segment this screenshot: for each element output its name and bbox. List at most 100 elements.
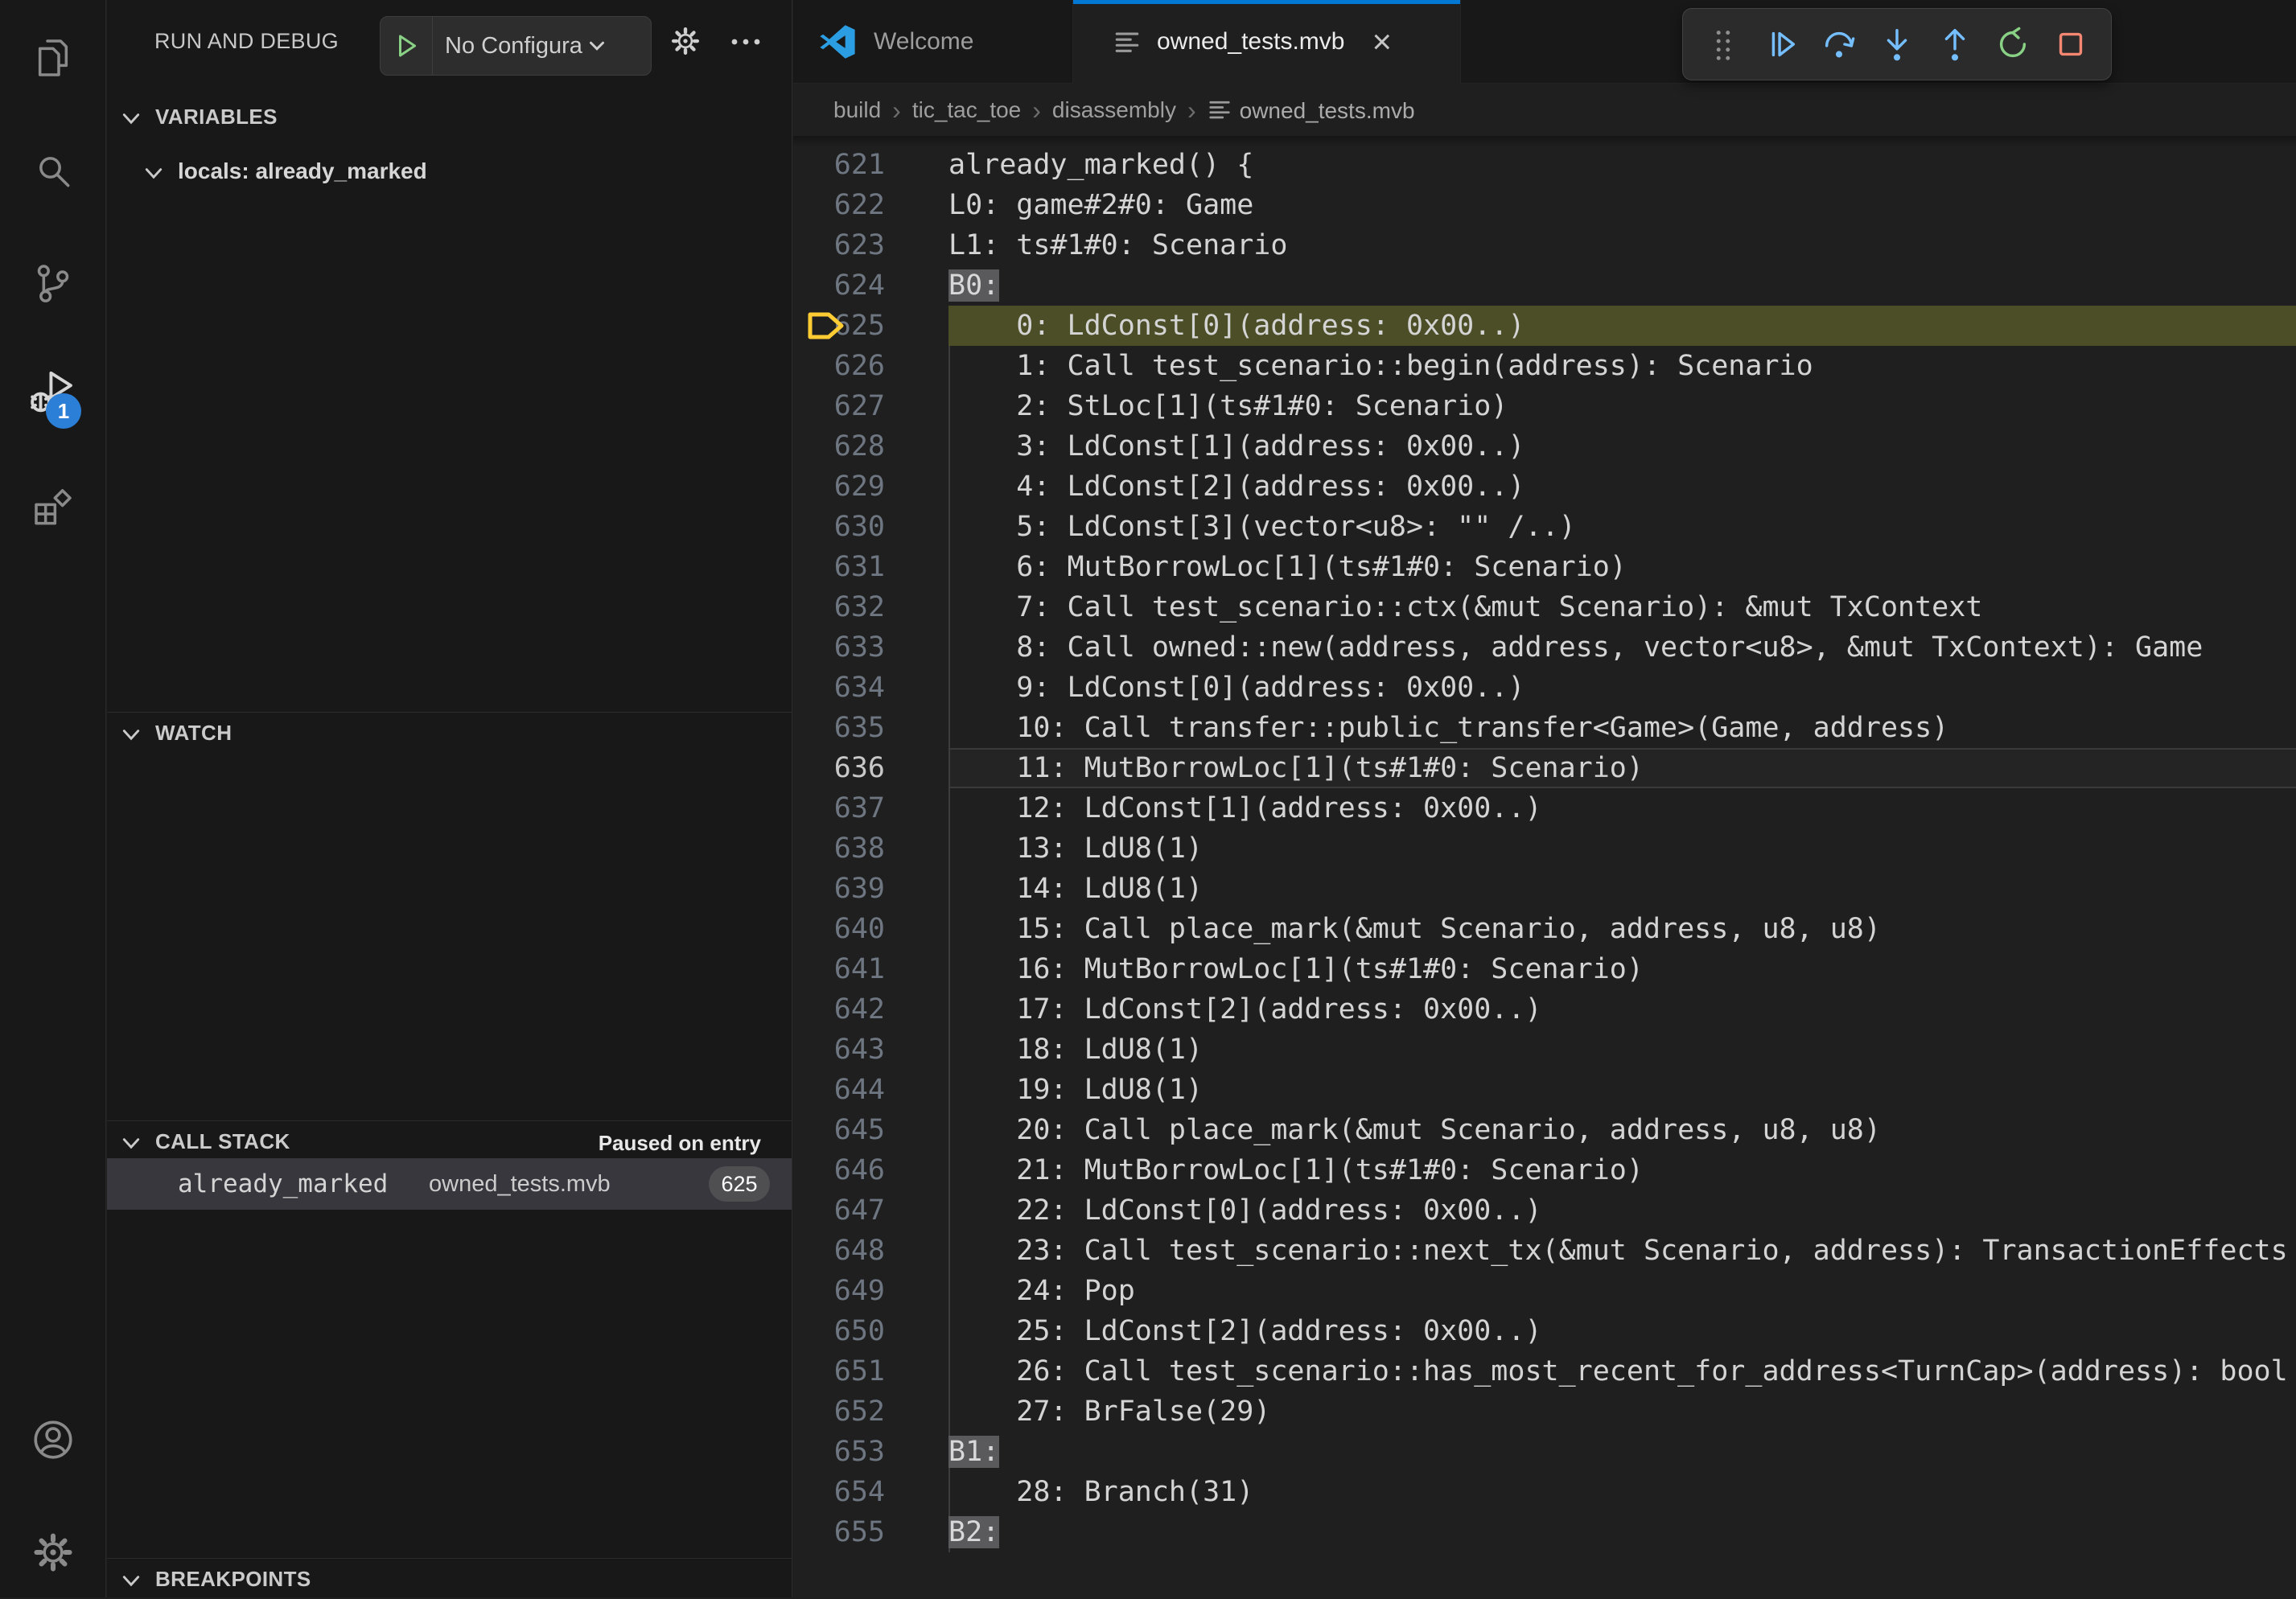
stop-button[interactable] [2046, 16, 2096, 72]
code-line[interactable]: 648 23: Call test_scenario::next_tx(&mut… [793, 1231, 2296, 1271]
breadcrumb-item[interactable]: build [833, 97, 881, 123]
breadcrumb-item[interactable]: disassembly [1052, 97, 1176, 123]
line-number[interactable]: 650 [793, 1311, 885, 1351]
line-number[interactable]: 649 [793, 1271, 885, 1311]
start-debug-icon[interactable] [381, 31, 432, 60]
step-into-button[interactable] [1872, 16, 1922, 72]
variables-section-header[interactable]: VARIABLES [107, 97, 792, 137]
more-actions-icon[interactable] [728, 32, 763, 51]
line-number[interactable]: 641 [793, 949, 885, 989]
line-number[interactable]: 655 [793, 1512, 885, 1552]
breakpoints-section-header[interactable]: BREAKPOINTS [107, 1559, 792, 1599]
code-line[interactable]: 636 11: MutBorrowLoc[1](ts#1#0: Scenario… [793, 748, 2296, 788]
code-line[interactable]: 635 10: Call transfer::public_transfer<G… [793, 708, 2296, 748]
search-icon[interactable] [27, 145, 79, 196]
code-line[interactable]: 634 9: LdConst[0](address: 0x00..) [793, 668, 2296, 708]
line-number[interactable]: 643 [793, 1030, 885, 1070]
line-number[interactable]: 645 [793, 1110, 885, 1150]
line-number[interactable]: 629 [793, 467, 885, 507]
line-number[interactable]: 644 [793, 1070, 885, 1110]
line-number[interactable]: 646 [793, 1150, 885, 1190]
code-line[interactable]: 625 0: LdConst[0](address: 0x00..) [793, 306, 2296, 346]
code-line[interactable]: 653B1: [793, 1432, 2296, 1472]
step-over-button[interactable] [1814, 16, 1864, 72]
extensions-icon[interactable] [27, 483, 79, 534]
code-line[interactable]: 624B0: [793, 265, 2296, 306]
line-number[interactable]: 638 [793, 828, 885, 869]
line-number[interactable]: 628 [793, 426, 885, 467]
explorer-icon[interactable] [27, 32, 79, 84]
code-line[interactable]: 642 17: LdConst[2](address: 0x00..) [793, 989, 2296, 1030]
call-stack-frame-row[interactable]: already_marked owned_tests.mvb 625 [107, 1158, 792, 1210]
code-line[interactable]: 628 3: LdConst[1](address: 0x00..) [793, 426, 2296, 467]
code-line[interactable]: 641 16: MutBorrowLoc[1](ts#1#0: Scenario… [793, 949, 2296, 989]
code-line[interactable]: 629 4: LdConst[2](address: 0x00..) [793, 467, 2296, 507]
code-line[interactable]: 633 8: Call owned::new(address, address,… [793, 627, 2296, 668]
source-control-icon[interactable] [27, 257, 79, 309]
code-editor[interactable]: 621already_marked() {622L0: game#2#0: Ga… [793, 136, 2296, 1597]
code-line[interactable]: 632 7: Call test_scenario::ctx(&mut Scen… [793, 587, 2296, 627]
code-line[interactable]: 654 28: Branch(31) [793, 1472, 2296, 1512]
code-line[interactable]: 645 20: Call place_mark(&mut Scenario, a… [793, 1110, 2296, 1150]
account-icon[interactable] [27, 1414, 79, 1465]
line-number[interactable]: 640 [793, 909, 885, 949]
variables-locals-row[interactable]: locals: already_marked [107, 151, 792, 191]
code-line[interactable]: 650 25: LdConst[2](address: 0x00..) [793, 1311, 2296, 1351]
step-out-button[interactable] [1930, 16, 1980, 72]
code-line[interactable]: 646 21: MutBorrowLoc[1](ts#1#0: Scenario… [793, 1150, 2296, 1190]
line-number[interactable]: 634 [793, 668, 885, 708]
line-number[interactable]: 632 [793, 587, 885, 627]
line-number[interactable]: 653 [793, 1432, 885, 1472]
debug-config-dropdown[interactable]: No Configura [380, 16, 652, 76]
code-line[interactable]: 623L1: ts#1#0: Scenario [793, 225, 2296, 265]
code-line[interactable]: 639 14: LdU8(1) [793, 869, 2296, 909]
settings-gear-icon[interactable] [27, 1527, 79, 1578]
code-line[interactable]: 626 1: Call test_scenario::begin(address… [793, 346, 2296, 386]
code-line[interactable]: 651 26: Call test_scenario::has_most_rec… [793, 1351, 2296, 1391]
toolbar-drag-handle[interactable] [1698, 16, 1748, 72]
line-number[interactable]: 636 [793, 748, 885, 788]
line-number[interactable]: 651 [793, 1351, 885, 1391]
code-line[interactable]: 630 5: LdConst[3](vector<u8>: "" /..) [793, 507, 2296, 547]
code-line[interactable]: 638 13: LdU8(1) [793, 828, 2296, 869]
line-number[interactable]: 624 [793, 265, 885, 306]
code-line[interactable]: 622L0: game#2#0: Game [793, 185, 2296, 225]
line-number[interactable]: 631 [793, 547, 885, 587]
line-number[interactable]: 642 [793, 989, 885, 1030]
watch-section-header[interactable]: WATCH [107, 713, 792, 753]
line-number[interactable]: 647 [793, 1190, 885, 1231]
line-number[interactable]: 652 [793, 1391, 885, 1432]
code-line[interactable]: 640 15: Call place_mark(&mut Scenario, a… [793, 909, 2296, 949]
continue-button[interactable] [1756, 16, 1806, 72]
code-line[interactable]: 631 6: MutBorrowLoc[1](ts#1#0: Scenario) [793, 547, 2296, 587]
line-number[interactable]: 621 [793, 145, 885, 185]
close-icon[interactable]: × [1372, 25, 1392, 59]
line-number[interactable]: 626 [793, 346, 885, 386]
line-number[interactable]: 633 [793, 627, 885, 668]
code-line[interactable]: 647 22: LdConst[0](address: 0x00..) [793, 1190, 2296, 1231]
line-number[interactable]: 622 [793, 185, 885, 225]
line-number[interactable]: 623 [793, 225, 885, 265]
breadcrumb-item[interactable]: owned_tests.mvb [1208, 97, 1415, 124]
code-line[interactable]: 627 2: StLoc[1](ts#1#0: Scenario) [793, 386, 2296, 426]
breadcrumb-item[interactable]: tic_tac_toe [912, 97, 1021, 123]
code-line[interactable]: 652 27: BrFalse(29) [793, 1391, 2296, 1432]
code-line[interactable]: 637 12: LdConst[1](address: 0x00..) [793, 788, 2296, 828]
code-line[interactable]: 644 19: LdU8(1) [793, 1070, 2296, 1110]
code-line[interactable]: 643 18: LdU8(1) [793, 1030, 2296, 1070]
line-number[interactable]: 635 [793, 708, 885, 748]
line-number[interactable]: 648 [793, 1231, 885, 1271]
restart-button[interactable] [1988, 16, 2038, 72]
tab-owned-tests[interactable]: owned_tests.mvb × [1073, 0, 1461, 84]
line-number[interactable]: 627 [793, 386, 885, 426]
line-number[interactable]: 637 [793, 788, 885, 828]
line-number[interactable]: 639 [793, 869, 885, 909]
line-number[interactable]: 654 [793, 1472, 885, 1512]
tab-welcome[interactable]: Welcome [793, 0, 1073, 84]
line-number[interactable]: 630 [793, 507, 885, 547]
code-line[interactable]: 655B2: [793, 1512, 2296, 1552]
gear-icon[interactable] [669, 24, 702, 58]
code-line[interactable]: 621already_marked() { [793, 145, 2296, 185]
code-line[interactable]: 649 24: Pop [793, 1271, 2296, 1311]
call-stack-section-header[interactable]: CALL STACK Paused on entry [107, 1121, 792, 1161]
